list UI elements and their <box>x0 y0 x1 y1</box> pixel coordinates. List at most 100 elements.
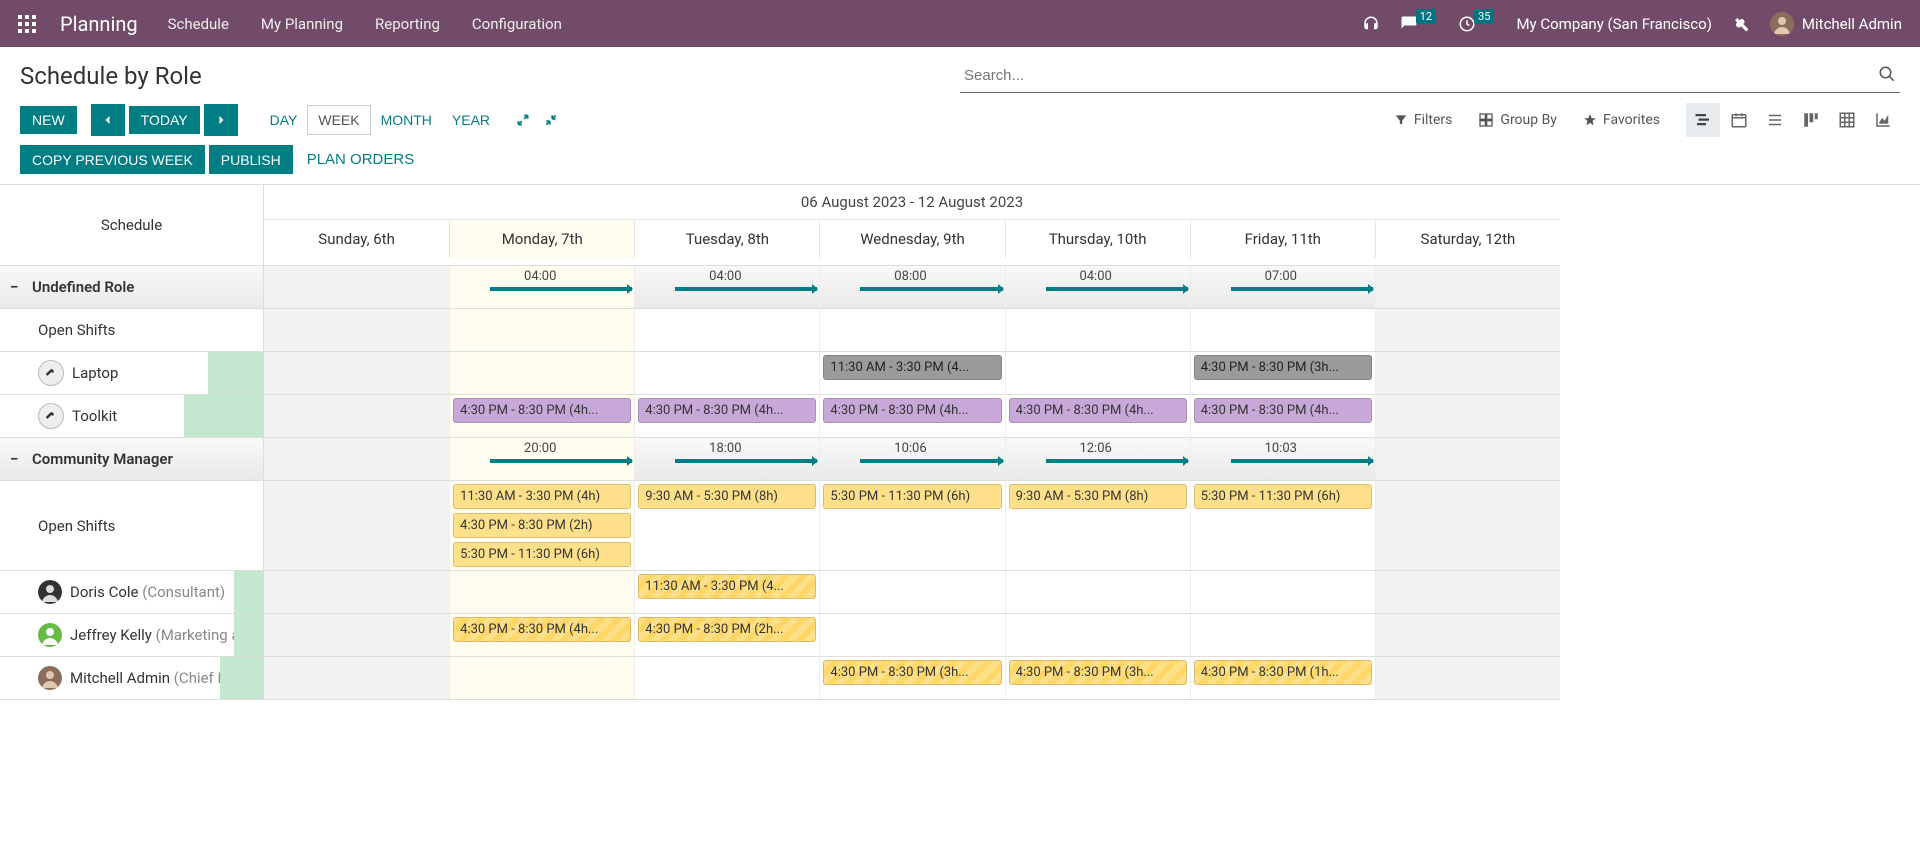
gantt-cell[interactable] <box>634 352 819 394</box>
gantt-cell[interactable] <box>819 309 1004 351</box>
gantt-cell[interactable]: 5:30 PM - 11:30 PM (6h) <box>819 481 1004 570</box>
shift-pill[interactable]: 4:30 PM - 8:30 PM (4h... <box>453 398 631 423</box>
gantt-cell[interactable] <box>1375 352 1560 394</box>
messages-icon[interactable]: 12 <box>1400 15 1438 33</box>
collapse-toggle-icon[interactable]: − <box>10 450 24 468</box>
gantt-cell[interactable]: 4:30 PM - 8:30 PM (4h... <box>819 395 1004 437</box>
today-button[interactable]: TODAY <box>129 106 200 134</box>
gantt-cell[interactable]: 11:30 AM - 3:30 PM (4... <box>819 352 1004 394</box>
shift-pill[interactable]: 5:30 PM - 11:30 PM (6h) <box>823 484 1001 509</box>
shift-pill[interactable]: 4:30 PM - 8:30 PM (3h... <box>1009 660 1187 685</box>
groupby-toggle[interactable]: Group By <box>1478 112 1557 128</box>
gantt-cell[interactable]: 4:30 PM - 8:30 PM (4h... <box>449 614 634 656</box>
shift-pill[interactable]: 5:30 PM - 11:30 PM (6h) <box>453 542 631 567</box>
gantt-cell[interactable]: 4:30 PM - 8:30 PM (4h... <box>449 395 634 437</box>
gantt-cell[interactable] <box>819 571 1004 613</box>
shift-pill[interactable]: 9:30 AM - 5:30 PM (8h) <box>638 484 816 509</box>
shift-pill[interactable]: 11:30 AM - 3:30 PM (4... <box>823 355 1001 380</box>
gantt-cell[interactable] <box>819 614 1004 656</box>
shift-pill[interactable]: 4:30 PM - 8:30 PM (3h... <box>823 660 1001 685</box>
gantt-cell[interactable]: 11:30 AM - 3:30 PM (4... <box>634 571 819 613</box>
filters-toggle[interactable]: Filters <box>1394 112 1453 128</box>
publish-button[interactable]: PUBLISH <box>209 145 293 174</box>
expand-icon[interactable] <box>516 113 530 127</box>
view-pivot-icon[interactable] <box>1830 103 1864 137</box>
gantt-cell[interactable] <box>1005 352 1190 394</box>
copy-previous-week-button[interactable]: COPY PREVIOUS WEEK <box>20 145 205 174</box>
gantt-cell[interactable] <box>1190 571 1375 613</box>
gantt-cell[interactable] <box>449 309 634 351</box>
gantt-cell[interactable] <box>264 395 449 437</box>
headset-icon[interactable] <box>1362 15 1380 33</box>
gantt-cell[interactable] <box>1190 614 1375 656</box>
gantt-cell[interactable]: 9:30 AM - 5:30 PM (8h) <box>1005 481 1190 570</box>
shift-pill[interactable]: 4:30 PM - 8:30 PM (2h... <box>638 617 816 642</box>
gantt-cell[interactable] <box>1190 309 1375 351</box>
gantt-cell[interactable] <box>1005 614 1190 656</box>
shift-pill[interactable]: 4:30 PM - 8:30 PM (2h) <box>453 513 631 538</box>
gantt-cell[interactable] <box>264 309 449 351</box>
gantt-cell[interactable]: 4:30 PM - 8:30 PM (4h... <box>634 395 819 437</box>
gantt-cell[interactable]: 4:30 PM - 8:30 PM (3h... <box>819 657 1004 699</box>
gantt-cell[interactable] <box>1005 571 1190 613</box>
view-kanban-icon[interactable] <box>1794 103 1828 137</box>
menu-configuration[interactable]: Configuration <box>472 15 562 33</box>
shift-pill[interactable]: 9:30 AM - 5:30 PM (8h) <box>1009 484 1187 509</box>
gantt-cell[interactable]: 4:30 PM - 8:30 PM (1h... <box>1190 657 1375 699</box>
app-name[interactable]: Planning <box>60 12 138 36</box>
gantt-cell[interactable]: 5:30 PM - 11:30 PM (6h) <box>1190 481 1375 570</box>
day-header[interactable]: Tuesday, 8th <box>634 220 819 258</box>
range-day[interactable]: DAY <box>260 105 308 135</box>
next-button[interactable] <box>204 104 238 136</box>
prev-button[interactable] <box>91 104 125 136</box>
view-calendar-icon[interactable] <box>1722 103 1756 137</box>
gantt-cell[interactable] <box>449 571 634 613</box>
new-button[interactable]: NEW <box>20 106 77 134</box>
shift-pill[interactable]: 11:30 AM - 3:30 PM (4... <box>638 574 816 599</box>
range-month[interactable]: MONTH <box>371 105 442 135</box>
gantt-cell[interactable]: 4:30 PM - 8:30 PM (3h... <box>1005 657 1190 699</box>
day-header[interactable]: Sunday, 6th <box>264 220 449 258</box>
view-graph-icon[interactable] <box>1866 103 1900 137</box>
favorites-toggle[interactable]: Favorites <box>1583 112 1660 128</box>
day-header[interactable]: Monday, 7th <box>449 220 634 258</box>
gantt-cell[interactable] <box>264 657 449 699</box>
gantt-cell[interactable] <box>634 309 819 351</box>
user-menu[interactable]: Mitchell Admin <box>1770 12 1902 36</box>
apps-icon[interactable] <box>18 15 36 33</box>
activities-icon[interactable]: 35 <box>1458 15 1496 33</box>
range-week[interactable]: WEEK <box>307 105 370 135</box>
gantt-cell[interactable] <box>264 352 449 394</box>
search-input[interactable] <box>960 59 1900 93</box>
collapse-icon[interactable] <box>544 113 558 127</box>
gantt-cell[interactable] <box>1005 309 1190 351</box>
gantt-cell[interactable]: 9:30 AM - 5:30 PM (8h) <box>634 481 819 570</box>
gantt-cell[interactable]: 4:30 PM - 8:30 PM (4h... <box>1005 395 1190 437</box>
gantt-cell[interactable] <box>1375 657 1560 699</box>
gantt-cell[interactable] <box>264 481 449 570</box>
gantt-cell[interactable] <box>1375 309 1560 351</box>
menu-reporting[interactable]: Reporting <box>375 15 440 33</box>
gantt-cell[interactable]: 4:30 PM - 8:30 PM (4h... <box>1190 395 1375 437</box>
day-header[interactable]: Saturday, 12th <box>1375 220 1560 258</box>
shift-pill[interactable]: 4:30 PM - 8:30 PM (4h... <box>638 398 816 423</box>
shift-pill[interactable]: 4:30 PM - 8:30 PM (4h... <box>1194 398 1372 423</box>
tools-icon[interactable] <box>1732 15 1750 33</box>
menu-schedule[interactable]: Schedule <box>168 15 229 33</box>
gantt-cell[interactable] <box>449 657 634 699</box>
shift-pill[interactable]: 11:30 AM - 3:30 PM (4h) <box>453 484 631 509</box>
company-switcher[interactable]: My Company (San Francisco) <box>1516 15 1711 33</box>
gantt-cell[interactable] <box>1375 481 1560 570</box>
collapse-toggle-icon[interactable]: − <box>10 278 24 296</box>
shift-pill[interactable]: 4:30 PM - 8:30 PM (3h... <box>1194 355 1372 380</box>
gantt-cell[interactable]: 4:30 PM - 8:30 PM (3h... <box>1190 352 1375 394</box>
day-header[interactable]: Friday, 11th <box>1190 220 1375 258</box>
gantt-cell[interactable] <box>264 571 449 613</box>
search-icon[interactable] <box>1878 65 1896 87</box>
shift-pill[interactable]: 4:30 PM - 8:30 PM (4h... <box>1009 398 1187 423</box>
shift-pill[interactable]: 5:30 PM - 11:30 PM (6h) <box>1194 484 1372 509</box>
day-header[interactable]: Wednesday, 9th <box>819 220 1004 258</box>
day-header[interactable]: Thursday, 10th <box>1005 220 1190 258</box>
shift-pill[interactable]: 4:30 PM - 8:30 PM (1h... <box>1194 660 1372 685</box>
gantt-cell[interactable] <box>1375 395 1560 437</box>
